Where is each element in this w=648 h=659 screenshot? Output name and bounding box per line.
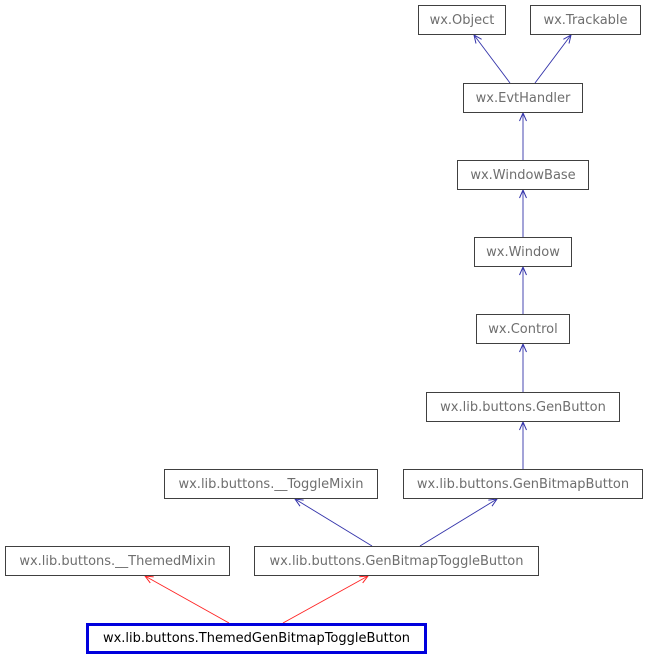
node-genbutton[interactable]: wx.lib.buttons.GenButton <box>426 392 620 422</box>
arrowhead-icon <box>143 575 154 584</box>
arrowhead-icon <box>488 498 499 507</box>
edge-window-to-windowbase <box>519 188 527 237</box>
edge-genbitmapbutton-to-genbutton <box>519 420 527 469</box>
node-togglemixin[interactable]: wx.lib.buttons.__ToggleMixin <box>164 469 378 499</box>
edge-evthandler-to-object <box>473 34 511 84</box>
node-wx-control[interactable]: wx.Control <box>476 314 570 344</box>
edge-line <box>419 498 498 547</box>
edge-themedgenbitmaptogglebutton-to-themedmixin <box>143 575 230 624</box>
edge-themedgenbitmaptogglebutton-to-genbitmaptogglebutton <box>282 575 370 624</box>
node-wx-windowbase[interactable]: wx.WindowBase <box>457 160 589 190</box>
node-themedgenbitmaptogglebutton[interactable]: wx.lib.buttons.ThemedGenBitmapToggleButt… <box>86 623 427 654</box>
arrowhead-icon <box>359 575 370 584</box>
edge-genbitmaptogglebutton-to-togglemixin <box>293 498 373 547</box>
node-wx-object[interactable]: wx.Object <box>418 5 506 35</box>
edge-line <box>144 575 230 624</box>
node-genbitmaptogglebutton[interactable]: wx.lib.buttons.GenBitmapToggleButton <box>254 546 539 576</box>
edge-control-to-window <box>519 265 527 314</box>
node-wx-window[interactable]: wx.Window <box>474 237 572 267</box>
arrowhead-icon <box>293 498 304 507</box>
edge-evthandler-to-trackable <box>534 34 572 84</box>
edge-genbitmaptogglebutton-to-genbitmapbutton <box>419 498 499 547</box>
node-wx-evthandler[interactable]: wx.EvtHandler <box>463 83 583 113</box>
edge-genbutton-to-control <box>519 342 527 392</box>
edge-line <box>282 575 369 624</box>
node-themedmixin[interactable]: wx.lib.buttons.__ThemedMixin <box>5 546 230 576</box>
node-genbitmapbutton[interactable]: wx.lib.buttons.GenBitmapButton <box>403 469 643 499</box>
edge-windowbase-to-evthandler <box>519 111 527 160</box>
edge-line <box>534 34 572 84</box>
edge-line <box>473 34 511 84</box>
edge-line <box>294 498 373 547</box>
node-wx-trackable[interactable]: wx.Trackable <box>530 5 641 35</box>
